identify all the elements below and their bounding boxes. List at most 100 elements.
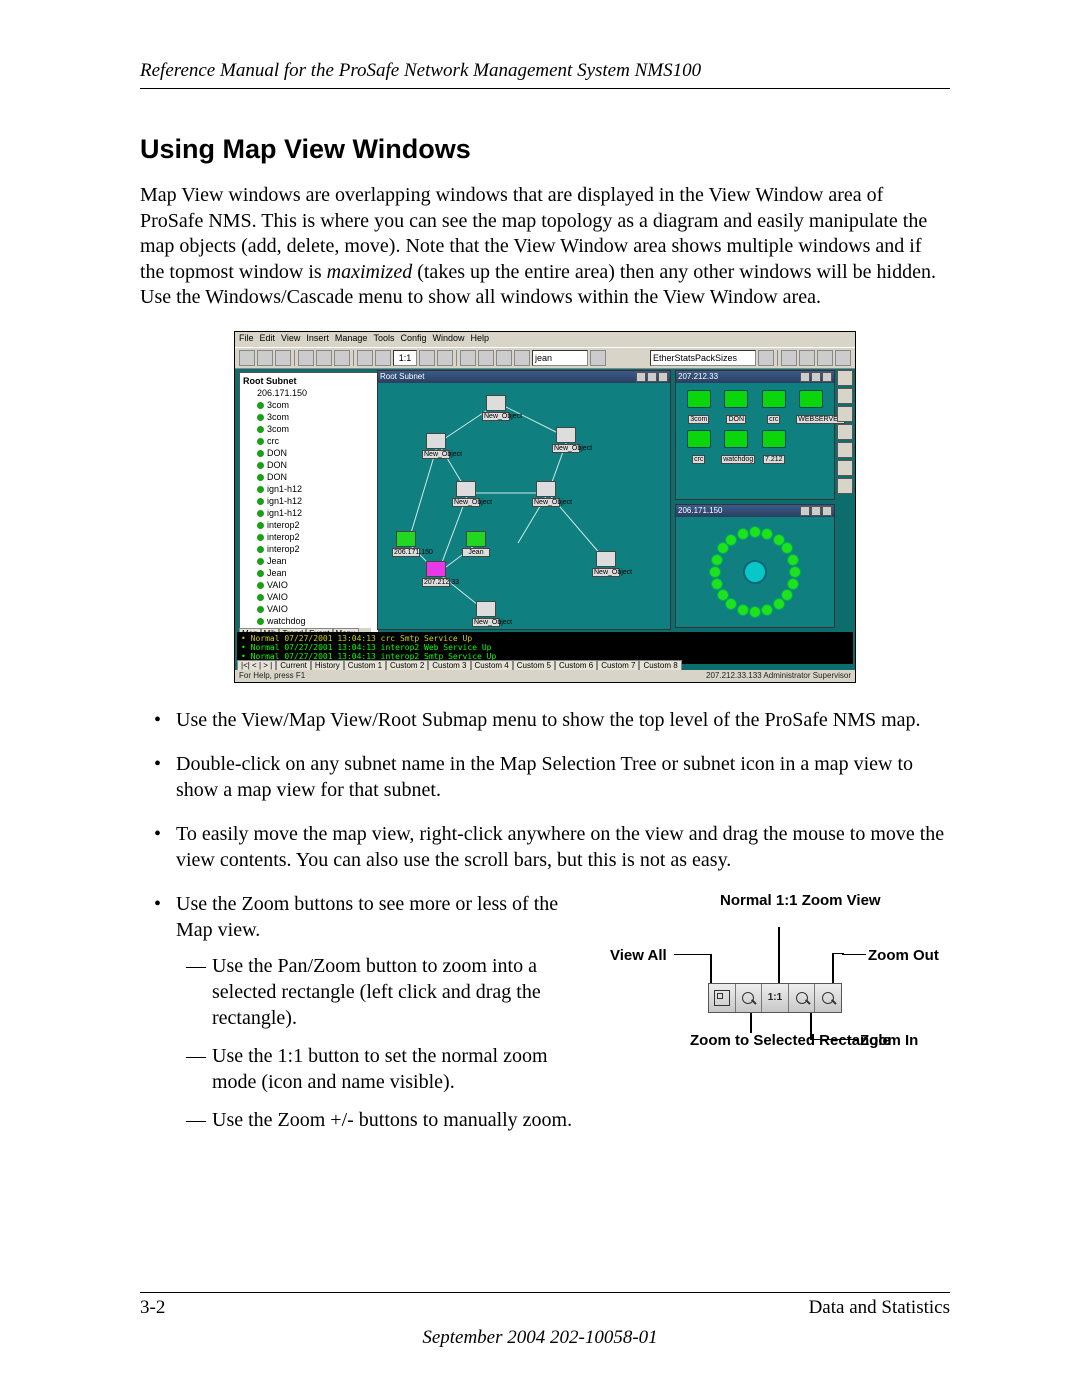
close-icon[interactable] <box>822 506 832 516</box>
map-node[interactable]: New_Object <box>532 481 560 505</box>
subnet-icon-window[interactable]: 207.212.33 3comDONcrcWEBSERVERcrcwatchdo… <box>675 370 835 500</box>
tree-node[interactable]: interop2 <box>257 531 375 543</box>
tool-icon[interactable] <box>837 424 853 440</box>
dropdown-icon[interactable] <box>758 350 774 366</box>
map-node[interactable]: New_Object <box>552 427 580 451</box>
zoom-1-1-button[interactable]: 1:1 <box>762 984 789 1012</box>
menu-item[interactable]: Window <box>432 333 464 347</box>
label-view-all: View All <box>610 946 667 966</box>
zoom-in-button[interactable] <box>789 984 816 1012</box>
stats-select[interactable]: EtherStatsPackSizes <box>650 350 756 366</box>
toolbar-button[interactable] <box>316 350 332 366</box>
tree-node[interactable]: ign1-h12 <box>257 483 375 495</box>
tree-node[interactable]: VAIO <box>257 591 375 603</box>
tree-node[interactable]: Jean <box>257 567 375 579</box>
min-icon[interactable] <box>636 372 646 382</box>
view-all-button[interactable] <box>709 984 736 1012</box>
menu-item[interactable]: File <box>239 333 254 347</box>
min-icon[interactable] <box>800 372 810 382</box>
toolbar-button[interactable] <box>496 350 512 366</box>
map-node[interactable]: 206.171.150 <box>392 531 420 555</box>
toolbar-button[interactable] <box>817 350 833 366</box>
close-icon[interactable] <box>822 372 832 382</box>
toolbar-button[interactable] <box>478 350 494 366</box>
tree-node[interactable]: watchdog <box>257 615 375 627</box>
device-icon[interactable]: watchdog <box>721 430 751 464</box>
tree-node[interactable]: 3com <box>257 411 375 423</box>
menu-item[interactable]: View <box>281 333 300 347</box>
zoom-out-button[interactable] <box>815 984 841 1012</box>
tree-node[interactable]: VAIO <box>257 603 375 615</box>
tree-node[interactable]: ign1-h12 <box>257 495 375 507</box>
min-icon[interactable] <box>800 506 810 516</box>
view-all-icon[interactable] <box>357 350 373 366</box>
toolbar-button[interactable] <box>298 350 314 366</box>
menu-item[interactable]: Help <box>470 333 489 347</box>
menu-item[interactable]: Config <box>400 333 426 347</box>
tool-icon[interactable] <box>837 460 853 476</box>
close-icon[interactable] <box>658 372 668 382</box>
map-node[interactable]: New_Object <box>472 601 500 625</box>
list-item: To easily move the map view, right-click… <box>140 821 950 873</box>
map-node[interactable]: New_Object <box>422 433 450 457</box>
toolbar-button[interactable] <box>334 350 350 366</box>
device-icon[interactable]: 7.212 <box>759 430 789 464</box>
toolbar-button[interactable] <box>257 350 273 366</box>
menu-item[interactable]: Edit <box>260 333 276 347</box>
label-zoom-out: Zoom Out <box>868 946 939 966</box>
device-icon[interactable]: DON <box>721 390 751 424</box>
tool-icon[interactable] <box>837 442 853 458</box>
tool-icon[interactable] <box>837 388 853 404</box>
tool-icon[interactable] <box>837 370 853 386</box>
map-selection-tree[interactable]: Root Subnet 206.171.150 3com3com3comcrcD… <box>239 372 379 634</box>
section-heading: Using Map View Windows <box>140 134 950 165</box>
tree-node[interactable]: DON <box>257 471 375 483</box>
tool-icon[interactable] <box>837 478 853 494</box>
map-node[interactable]: New_Object <box>452 481 480 505</box>
toolbar-button[interactable] <box>460 350 476 366</box>
toolbar-button[interactable] <box>275 350 291 366</box>
label-zoom-rect: Zoom to Selected Rectangle <box>690 1031 790 1051</box>
max-icon[interactable] <box>811 372 821 382</box>
map-node[interactable]: Jean <box>462 531 490 555</box>
tree-node[interactable]: Jean <box>257 555 375 567</box>
zoom-in-icon[interactable] <box>419 350 435 366</box>
tree-node[interactable]: 3com <box>257 399 375 411</box>
tree-node[interactable]: DON <box>257 447 375 459</box>
map-node[interactable]: 207.212.33 <box>422 561 450 585</box>
ring-view-window[interactable]: 206.171.150 <box>675 504 835 628</box>
zoom-1-1-button[interactable]: 1:1 <box>393 350 417 366</box>
device-icon[interactable]: crc <box>684 430 714 464</box>
max-icon[interactable] <box>811 506 821 516</box>
intro-paragraph: Map View windows are overlapping windows… <box>140 183 950 311</box>
toolbar-button[interactable] <box>514 350 530 366</box>
map-view-window[interactable]: Root Subnet New_ObjectNew_ObjectNew_Obje… <box>377 370 671 630</box>
menu-item[interactable]: Insert <box>306 333 329 347</box>
device-icon[interactable]: 3com <box>684 390 714 424</box>
zoom-out-icon[interactable] <box>437 350 453 366</box>
tree-node[interactable]: 3com <box>257 423 375 435</box>
tree-node[interactable]: ign1-h12 <box>257 507 375 519</box>
zoom-rect-icon[interactable] <box>375 350 391 366</box>
tree-node[interactable]: crc <box>257 435 375 447</box>
toolbar-button[interactable] <box>781 350 797 366</box>
app-screenshot: File Edit View Insert Manage Tools Confi… <box>234 331 856 683</box>
device-icon[interactable]: WEBSERVER <box>796 390 826 424</box>
tree-node[interactable]: DON <box>257 459 375 471</box>
menu-item[interactable]: Tools <box>373 333 394 347</box>
toolbar-button[interactable] <box>799 350 815 366</box>
device-field[interactable]: jean <box>532 350 588 366</box>
toolbar-button[interactable] <box>239 350 255 366</box>
tree-node[interactable]: interop2 <box>257 519 375 531</box>
zoom-rect-button[interactable] <box>736 984 763 1012</box>
tree-node[interactable]: interop2 <box>257 543 375 555</box>
map-node[interactable]: New_Object <box>592 551 620 575</box>
menu-item[interactable]: Manage <box>335 333 368 347</box>
tree-node[interactable]: VAIO <box>257 579 375 591</box>
toolbar-button[interactable] <box>835 350 851 366</box>
max-icon[interactable] <box>647 372 657 382</box>
dropdown-icon[interactable] <box>590 350 606 366</box>
device-icon[interactable]: crc <box>759 390 789 424</box>
map-node[interactable]: New_Object <box>482 395 510 419</box>
tool-icon[interactable] <box>837 406 853 422</box>
